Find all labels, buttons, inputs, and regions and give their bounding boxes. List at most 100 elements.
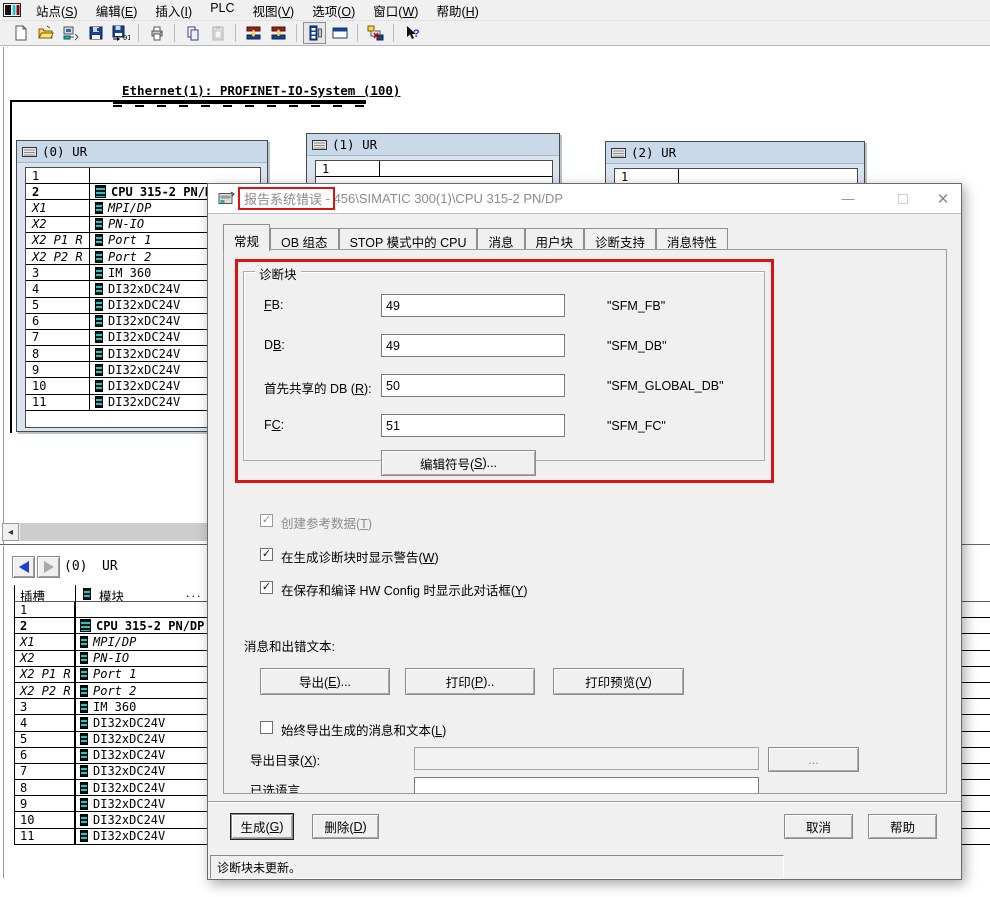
menu-item[interactable]: 窗口(W) [364, 1, 427, 20]
rack-1-titlebar[interactable]: (1) UR [307, 134, 559, 156]
field-input[interactable] [381, 374, 565, 397]
menu-item[interactable]: 帮助(H) [427, 1, 487, 20]
minimize-button[interactable]: — [828, 184, 868, 213]
maximize-icon [898, 194, 908, 204]
profinet-bus-label: Ethernet(1): PROFINET-IO-System (100) [122, 83, 400, 98]
address-overview-icon[interactable] [328, 22, 351, 44]
previous-rack-button[interactable] [12, 556, 35, 578]
generate-button[interactable]: 生成(G) [231, 814, 293, 839]
open-station-icon[interactable] [59, 22, 82, 44]
menu-item[interactable]: 站点(S) [27, 1, 87, 20]
tab-4[interactable]: 用户块 [525, 228, 585, 249]
dialog-title-highlighted: 报告系统错误 [244, 189, 322, 208]
checkbox-label[interactable]: 创建参考数据(T) [281, 513, 372, 532]
tab-2[interactable]: STOP 模式中的 CPU [339, 228, 478, 249]
dialog-titlebar[interactable]: 报告系统错误 - 456\SIMATIC 300(1)\CPU 315-2 PN… [208, 184, 961, 214]
slot-cell: 9 [14, 796, 75, 811]
module-icon [95, 185, 106, 198]
rack-2-titlebar[interactable]: (2) UR [606, 142, 864, 164]
menu-item[interactable]: 选项(O) [303, 1, 364, 20]
module-icon [95, 315, 103, 327]
next-rack-button[interactable] [37, 556, 60, 578]
module-icon [95, 380, 103, 392]
slot-cell: 7 [14, 764, 75, 779]
tab-1[interactable]: OB 组态 [270, 228, 339, 249]
field-input[interactable] [381, 334, 565, 357]
dialog-icon [218, 191, 235, 210]
module-icon [95, 251, 103, 263]
menu-item[interactable]: PLC [201, 1, 243, 20]
menu-item[interactable]: 视图(V) [244, 1, 304, 20]
browse-button[interactable]: ... [768, 747, 859, 772]
copy-icon[interactable] [181, 22, 204, 44]
rack-0-titlebar[interactable]: (0) UR [17, 141, 267, 163]
export-dir-input[interactable] [414, 747, 759, 770]
module-icon [80, 830, 88, 842]
checkbox[interactable] [260, 514, 273, 527]
toolbar-separator [393, 24, 394, 42]
toolbar: 01 ? [0, 21, 990, 46]
language-input-clipped[interactable] [414, 777, 759, 794]
help-pointer-icon[interactable]: ? [400, 22, 423, 44]
module-icon [95, 218, 103, 230]
catalog-toggle-icon[interactable] [303, 22, 326, 44]
rack-row-slot-1[interactable]: 1 [316, 161, 552, 177]
field-input[interactable] [381, 414, 565, 437]
module-icon [95, 396, 103, 408]
rack-0-title: (0) UR [42, 144, 87, 159]
module-icon [80, 749, 88, 761]
tab-0[interactable]: 常规 [223, 224, 270, 251]
slot-cell: 7 [26, 330, 90, 345]
rack-row-slot-1[interactable]: 1 [26, 168, 260, 184]
tab-5[interactable]: 诊断支持 [584, 228, 656, 249]
field-input[interactable] [381, 294, 565, 317]
download-to-plc-icon[interactable] [242, 22, 265, 44]
column-header-more[interactable]: ... [186, 586, 202, 600]
cancel-button[interactable]: 取消 [784, 814, 853, 839]
module-icon [80, 733, 88, 745]
print-button[interactable]: 打印(P).. [405, 668, 535, 695]
checkbox-label[interactable]: 始终导出生成的消息和文本(L) [281, 720, 446, 739]
slot-cell: 2 [14, 618, 75, 633]
slot-cell: 11 [26, 395, 90, 410]
slot-cell: X2 P2 R [26, 249, 90, 264]
paste-icon [206, 22, 229, 44]
upload-from-plc-icon[interactable] [267, 22, 290, 44]
toolbar-separator [235, 24, 236, 42]
symbol-label: "SFM_GLOBAL_DB" [607, 379, 724, 393]
dialog-status-bar: 诊断块未更新。 [210, 855, 784, 879]
close-button[interactable]: ✕ [925, 184, 961, 213]
checkbox[interactable] [260, 548, 273, 561]
scroll-left-icon[interactable]: ◂ [2, 523, 19, 541]
module-column-icon [83, 588, 91, 600]
slot-cell: 1 [26, 168, 90, 183]
menu-bar: 站点(S)编辑(E)插入(I)PLC视图(V)选项(O)窗口(W)帮助(H) [0, 0, 990, 21]
pane-frame-line [3, 47, 4, 878]
delete-button[interactable]: 删除(D) [312, 814, 379, 839]
module-icon [80, 717, 88, 729]
open-project-icon[interactable] [34, 22, 57, 44]
save-and-compile-icon[interactable]: 01 [109, 22, 132, 44]
checkbox[interactable] [260, 721, 273, 734]
menu-item[interactable]: 插入(I) [146, 1, 201, 20]
new-document-icon[interactable] [9, 22, 32, 44]
toolbar-separator [296, 24, 297, 42]
edit-symbols-button[interactable]: 编辑符号(S)... [381, 450, 536, 476]
hw-config-child-window-icon[interactable] [3, 3, 23, 18]
network-configuration-icon[interactable] [364, 22, 387, 44]
help-button[interactable]: 帮助 [868, 814, 937, 839]
export-button[interactable]: 导出(E)... [260, 668, 390, 695]
profinet-bus-line[interactable] [113, 100, 366, 104]
diagnostics-group-title: 诊断块 [255, 264, 301, 283]
tab-6[interactable]: 消息特性 [656, 228, 728, 249]
menu-item[interactable]: 编辑(E) [87, 1, 147, 20]
button-row-separator [208, 801, 961, 803]
checkbox-label[interactable]: 在生成诊断块时显示警告(W) [281, 547, 439, 566]
print-preview-button[interactable]: 打印预览(V) [553, 668, 684, 695]
checkbox-label[interactable]: 在保存和编译 HW Config 时显示此对话框(Y) [281, 580, 528, 599]
print-icon[interactable] [145, 22, 168, 44]
save-icon[interactable] [84, 22, 107, 44]
tab-3[interactable]: 消息 [477, 228, 524, 249]
module-icon [80, 814, 88, 826]
checkbox[interactable] [260, 581, 273, 594]
